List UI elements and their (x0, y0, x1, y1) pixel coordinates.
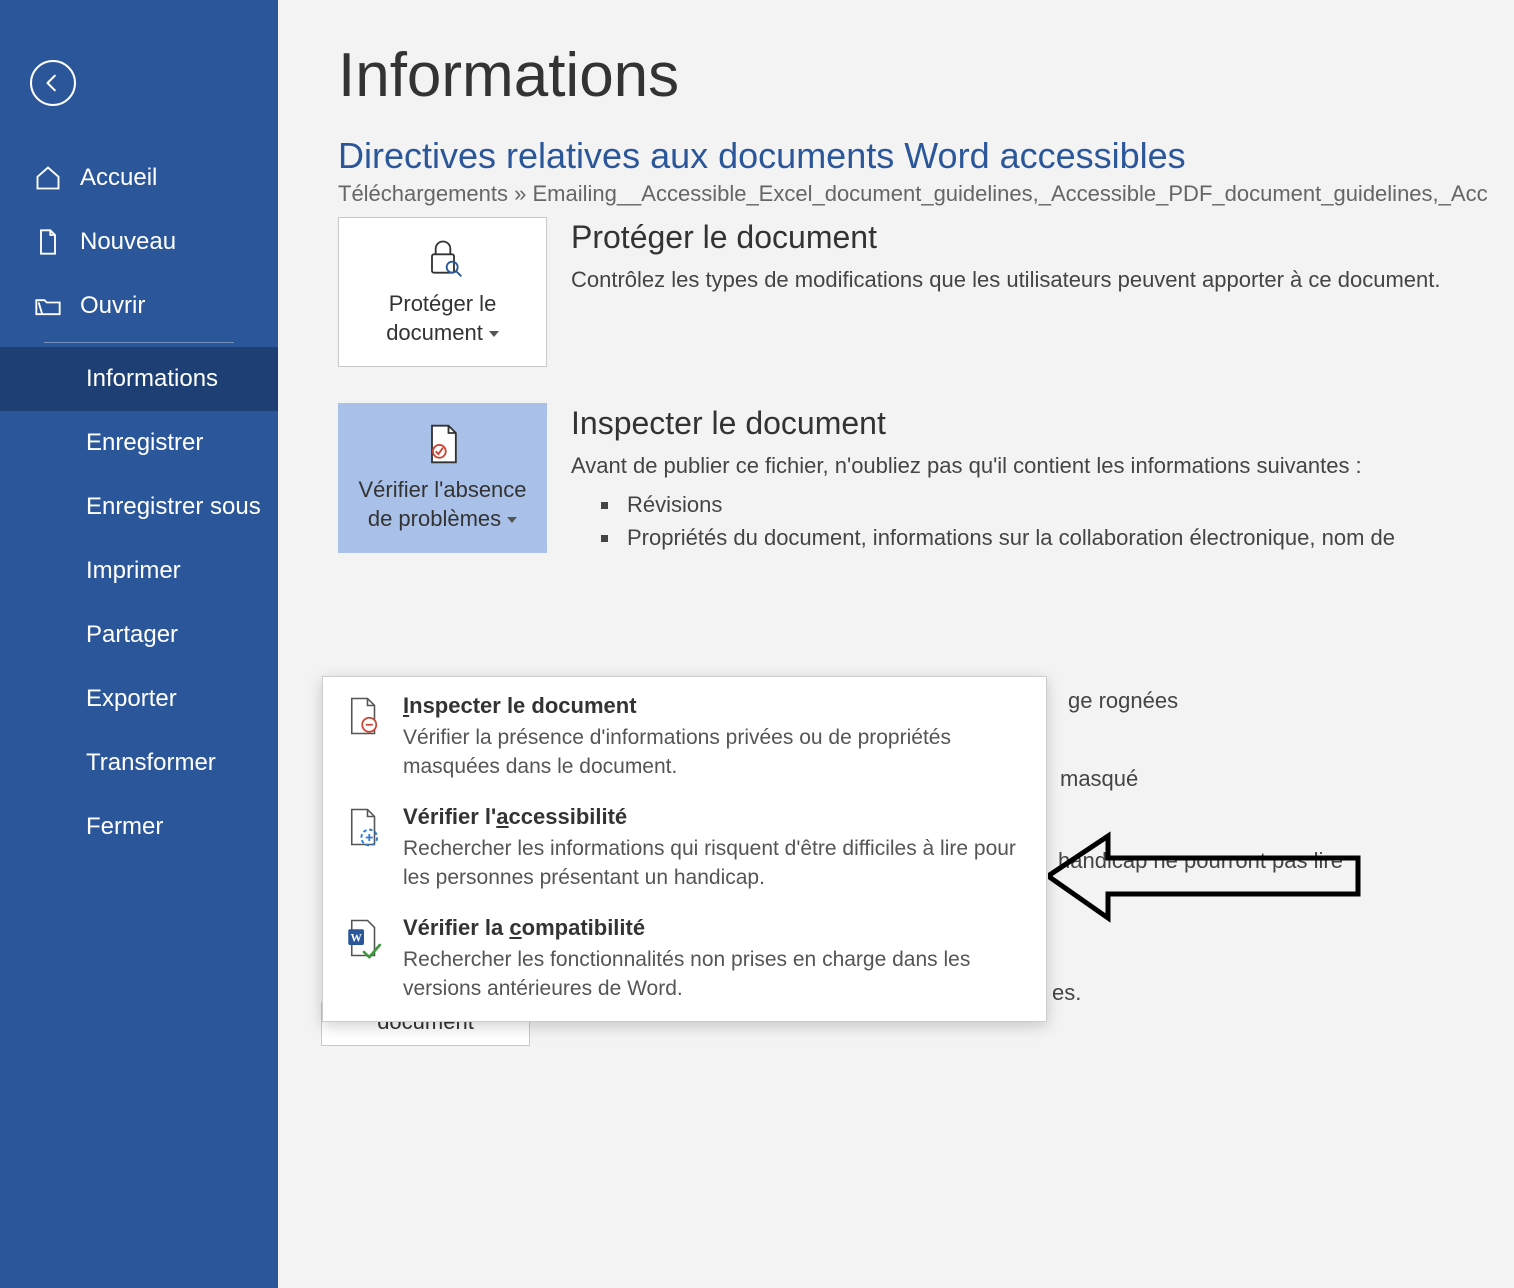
breadcrumb-file[interactable]: Emailing__Accessible_Excel_document_guid… (532, 181, 1487, 206)
document-check-icon (421, 422, 465, 466)
partial-text: es. (1052, 980, 1081, 1006)
page-title: Informations (338, 40, 1514, 111)
dropdown-item-desc: Rechercher les fonctionnalités non prise… (403, 945, 1026, 1004)
sidebar-item-label: Imprimer (86, 557, 181, 585)
breadcrumb-sep: » (508, 181, 532, 206)
inspect-bullets: Révisions Propriétés du document, inform… (571, 488, 1514, 554)
tile-label: Vérifier l'absence de problèmes (347, 476, 538, 533)
sidebar-item-partager[interactable]: Partager (0, 603, 278, 667)
breadcrumb: Téléchargements » Emailing__Accessible_E… (338, 181, 1514, 207)
document-title: Directives relatives aux documents Word … (338, 135, 1514, 177)
lock-key-icon (421, 236, 465, 280)
main-content: Informations Directives relatives aux do… (278, 0, 1514, 1288)
partial-text: handicap ne pourront pas lire (1058, 848, 1343, 874)
sidebar-item-imprimer[interactable]: Imprimer (0, 539, 278, 603)
sidebar-item-label: Informations (86, 365, 218, 393)
dropdown-item-title: Vérifier l'accessibilité (403, 804, 1026, 830)
sidebar-divider (44, 342, 234, 343)
arrow-left-icon (42, 72, 64, 94)
inspect-section: Vérifier l'absence de problèmes Inspecte… (338, 403, 1514, 554)
document-magnify-icon (343, 695, 385, 737)
sidebar-item-label: Accueil (80, 164, 157, 192)
sidebar-item-label: Fermer (86, 813, 163, 841)
sidebar-item-label: Enregistrer (86, 429, 203, 457)
sidebar-item-label: Partager (86, 621, 178, 649)
sidebar-item-label: Ouvrir (80, 292, 145, 320)
sidebar-item-transformer[interactable]: Transformer (0, 731, 278, 795)
protect-heading: Protéger le document (571, 219, 1514, 256)
protect-document-tile[interactable]: Protéger le document (338, 217, 547, 367)
sidebar-item-enregistrer-sous[interactable]: Enregistrer sous (0, 475, 278, 539)
sidebar-item-label: Enregistrer sous (86, 493, 261, 521)
inspect-description: Avant de publier ce fichier, n'oubliez p… (571, 450, 1471, 482)
chevron-down-icon (507, 517, 517, 523)
dropdown-item-title: Vérifier la compatibilité (403, 915, 1026, 941)
sidebar-item-fermer[interactable]: Fermer (0, 795, 278, 859)
svg-text:W: W (350, 932, 362, 944)
check-issues-dropdown: Inspecter le document Vérifier la présen… (322, 676, 1047, 1022)
new-document-icon (34, 228, 62, 256)
sidebar-item-nouveau[interactable]: Nouveau (0, 210, 278, 274)
home-icon (34, 164, 62, 192)
sidebar-item-enregistrer[interactable]: Enregistrer (0, 411, 278, 475)
inspect-bullet: Révisions (621, 488, 1514, 521)
word-compat-check-icon: W (343, 917, 385, 959)
back-button[interactable] (30, 60, 76, 106)
dropdown-item-desc: Vérifier la présence d'informations priv… (403, 723, 1026, 782)
breadcrumb-folder[interactable]: Téléchargements (338, 181, 508, 206)
sidebar-item-accueil[interactable]: Accueil (0, 146, 278, 210)
dropdown-check-compatibility[interactable]: W Vérifier la compatibilité Rechercher l… (323, 905, 1046, 1016)
document-accessibility-icon (343, 806, 385, 848)
sidebar-item-label: Nouveau (80, 228, 176, 256)
sidebar-item-exporter[interactable]: Exporter (0, 667, 278, 731)
partial-text: ge rognées (1068, 688, 1178, 714)
open-folder-icon (34, 292, 62, 320)
sidebar-item-label: Exporter (86, 685, 177, 713)
dropdown-item-desc: Rechercher les informations qui risquent… (403, 834, 1026, 893)
protect-description: Contrôlez les types de modifications que… (571, 264, 1471, 296)
sidebar-item-informations[interactable]: Informations (0, 347, 278, 411)
tile-label: Protéger le document (347, 290, 538, 347)
dropdown-item-title: Inspecter le document (403, 693, 1026, 719)
check-issues-tile[interactable]: Vérifier l'absence de problèmes (338, 403, 547, 553)
dropdown-check-accessibility[interactable]: Vérifier l'accessibilité Rechercher les … (323, 794, 1046, 905)
inspect-heading: Inspecter le document (571, 405, 1514, 442)
inspect-bullet: Propriétés du document, informations sur… (621, 521, 1514, 554)
dropdown-inspect-document[interactable]: Inspecter le document Vérifier la présen… (323, 683, 1046, 794)
sidebar-item-label: Transformer (86, 749, 216, 777)
sidebar-item-ouvrir[interactable]: Ouvrir (0, 274, 278, 338)
backstage-sidebar: Accueil Nouveau Ouvrir Informations Enre… (0, 0, 278, 1288)
partial-text: masqué (1060, 766, 1138, 792)
chevron-down-icon (489, 331, 499, 337)
protect-section: Protéger le document Protéger le documen… (338, 217, 1514, 367)
